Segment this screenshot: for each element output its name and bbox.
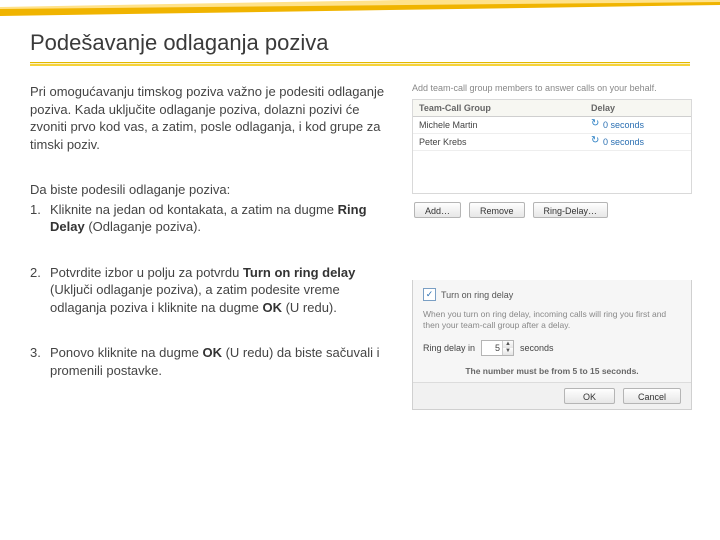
refresh-icon bbox=[591, 121, 599, 129]
add-button[interactable]: Add… bbox=[414, 202, 461, 218]
table-header: Team-Call Group Delay bbox=[413, 100, 691, 117]
top-banner bbox=[0, 0, 720, 16]
header-group: Team-Call Group bbox=[413, 103, 591, 113]
range-warning: The number must be from 5 to 15 seconds. bbox=[423, 366, 681, 376]
page-title: Podešavanje odlaganja poziva bbox=[30, 30, 692, 56]
step-2-bold-2: OK bbox=[262, 300, 282, 315]
text-column: Pri omogućavanju timskog poziva važno je… bbox=[30, 83, 398, 410]
step-2-number: 2. bbox=[30, 264, 50, 282]
stepper-value: 5 bbox=[482, 341, 502, 355]
stepper-down-icon[interactable]: ▼ bbox=[503, 348, 513, 355]
step-1-text-pre: Kliknite na jedan od kontakata, a zatim … bbox=[50, 202, 338, 217]
step-3-number: 3. bbox=[30, 344, 50, 362]
stepper-up-icon[interactable]: ▲ bbox=[503, 341, 513, 348]
step-1: 1. Kliknite na jedan od kontakata, a zat… bbox=[30, 201, 398, 236]
steps-intro: Da biste podesili odlaganje poziva: bbox=[30, 181, 398, 199]
ring-delay-button[interactable]: Ring-Delay… bbox=[533, 202, 609, 218]
step-2: 2. Potvrdite izbor u polju za potvrdu Tu… bbox=[30, 264, 398, 317]
step-3-bold: OK bbox=[202, 345, 222, 360]
table-empty-space bbox=[413, 151, 691, 193]
ok-button[interactable]: OK bbox=[564, 388, 615, 404]
team-call-group-panel: Add team-call group members to answer ca… bbox=[412, 83, 692, 218]
refresh-icon bbox=[591, 138, 599, 146]
panel1-hint: Add team-call group members to answer ca… bbox=[412, 83, 692, 93]
ring-delay-spin-line: Ring delay in 5 ▲ ▼ seconds bbox=[423, 340, 681, 356]
cancel-button[interactable]: Cancel bbox=[623, 388, 681, 404]
intro-paragraph: Pri omogućavanju timskog poziva važno je… bbox=[30, 83, 398, 153]
step-2-text-pre: Potvrdite izbor u polju za potvrdu bbox=[50, 265, 243, 280]
checkbox-label: Turn on ring delay bbox=[441, 290, 513, 300]
delay-value: 0 seconds bbox=[603, 137, 644, 147]
step-3-text-pre: Ponovo kliknite na dugme bbox=[50, 345, 202, 360]
header-delay: Delay bbox=[591, 103, 691, 113]
ring-delay-stepper[interactable]: 5 ▲ ▼ bbox=[481, 340, 514, 356]
spin-label-pre: Ring delay in bbox=[423, 343, 475, 353]
panel1-buttons: Add… Remove Ring-Delay… bbox=[412, 202, 692, 218]
remove-button[interactable]: Remove bbox=[469, 202, 525, 218]
contact-delay: 0 seconds bbox=[591, 120, 691, 130]
turn-on-ring-delay-checkbox[interactable]: ✓ bbox=[423, 288, 436, 301]
table-row[interactable]: Peter Krebs 0 seconds bbox=[413, 134, 691, 151]
contact-name: Peter Krebs bbox=[413, 137, 591, 147]
step-3: 3. Ponovo kliknite na dugme OK (U redu) … bbox=[30, 344, 398, 379]
delay-value: 0 seconds bbox=[603, 120, 644, 130]
dialog-footer: OK Cancel bbox=[413, 382, 691, 409]
step-2-bold-1: Turn on ring delay bbox=[243, 265, 355, 280]
step-2-text-post: (U redu). bbox=[282, 300, 337, 315]
dialog-description: When you turn on ring delay, incoming ca… bbox=[423, 309, 681, 330]
step-1-number: 1. bbox=[30, 201, 50, 219]
spin-label-post: seconds bbox=[520, 343, 554, 353]
table-row[interactable]: Michele Martin 0 seconds bbox=[413, 117, 691, 134]
team-call-table: Team-Call Group Delay Michele Martin 0 s… bbox=[412, 99, 692, 194]
contact-name: Michele Martin bbox=[413, 120, 591, 130]
step-1-text-post: (Odlaganje poziva). bbox=[85, 219, 201, 234]
ring-delay-dialog: ✓ Turn on ring delay When you turn on ri… bbox=[412, 280, 692, 410]
contact-delay: 0 seconds bbox=[591, 137, 691, 147]
title-underline bbox=[30, 62, 692, 65]
screenshot-column: Add team-call group members to answer ca… bbox=[412, 83, 692, 410]
